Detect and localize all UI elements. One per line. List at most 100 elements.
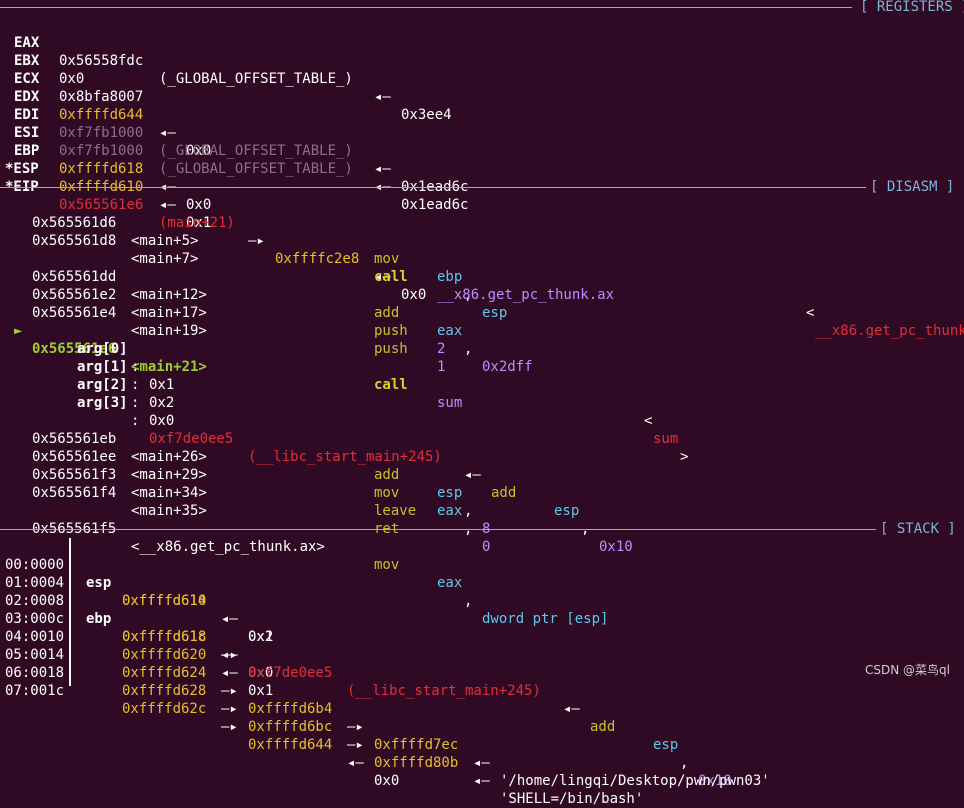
arg-colon: : [131,395,140,411]
arrow-left-icon: ◂— [221,611,238,627]
arrow-right-icon: —▸ [248,233,265,249]
disasm-row[interactable]: 0x565561eb <main+26> add esp , 8 [0,412,490,537]
reg-symbol: (main+21) [159,215,235,231]
stack-row[interactable]: 02:0008 ebp 0xffffd618 ◂— 0x0 [0,574,273,681]
stack-address: 0xffffd62c [122,701,207,717]
arg-colon: : [131,413,140,429]
insn-location: <main+7> [131,251,199,267]
stack-row[interactable]: 00:0000 esp 0xffffd610 ◂— 0x1 [0,538,273,645]
call-target-open: < [806,305,815,321]
reg-deref: 0x1ead6c [401,197,469,213]
arg-label: arg[3] [77,395,128,411]
stack-value: 0xffffd6b4 [248,701,333,717]
stack-value-2: 0xffffd7ec [374,737,459,753]
stack-value: 0xffffd6bc [248,719,333,735]
insn-operand: ebp [437,269,463,285]
arrow-right-icon: —▸ [221,719,238,735]
reg-name: EDX [14,89,40,105]
reg-value: 0xf7fb1000 [59,143,144,159]
insn-operand-2: 0 [482,539,491,555]
disasm-row[interactable]: 0x565561d6 <main+5> mov ebp , esp [0,196,507,321]
insn-address: 0x565561e2 [32,287,117,303]
arrow-left-icon: ◂— [563,701,580,717]
registers-title: [ REGISTERS ] [860,0,964,15]
insn-mnemonic: add [374,467,400,483]
insn-operand: esp [437,485,463,501]
stack-reg: ebp [86,611,112,627]
reg-value: 0x8bfa8007 [59,89,144,105]
stack-value-2: 0x0 [374,773,400,789]
insn-location: <main+12> [131,287,207,303]
register-ebp: EBP 0xffffd618 ◂— 0x0 [0,124,211,213]
stack-row[interactable]: 05:0014 0xffffd624 —▸ 0xffffd6b4 —▸ 0xff… [0,628,770,789]
reg-value: 0x56558fdc [59,53,144,69]
stack-address: 0xffffd620 [122,647,207,663]
disasm-row[interactable]: 0x565561e2 <main+17> push 2 [0,268,445,357]
disasm-row[interactable]: 0x565561f5 <__x86.get_pc_thunk.ax> mov e… [0,502,608,627]
insn-operand: sum [437,395,463,411]
register-esi: ESI 0xf7fb1000 (_GLOBAL_OFFSET_TABLE_) ◂… [0,106,468,213]
stack-row[interactable]: 07:001c 0xffffd62c —▸ 0xffffd644 ◂— 0x0 [0,664,399,789]
stack-row[interactable]: 01:0004 0xffffd614 ◂— 0x2 [0,556,273,645]
register-esp: *ESP 0xffffd610 ◂— 0x1 [0,142,211,231]
stack-title: [ STACK ] [880,521,956,537]
reg-symbol: (_GLOBAL_OFFSET_TABLE_) [159,143,353,159]
disasm-row[interactable]: 0x565561f4 <main+35> ret [0,466,399,537]
insn-location: <main+35> [131,503,207,519]
insn-location: <__x86.get_pc_thunk.ax> [131,539,325,555]
insn-location: <main+34> [131,485,207,501]
watermark: CSDN @菜鸟ql [865,663,950,677]
reg-name: EDI [14,107,40,123]
disasm-row[interactable]: 0x565561f3 <main+34> leave [0,448,416,519]
registers-header: [ REGISTERS ] [0,0,964,16]
stack-row[interactable]: 06:0018 0xffffd628 —▸ 0xffffd6bc —▸ 0xff… [0,646,643,807]
call-arg: arg[1] : 0x2 [0,340,174,411]
disasm-row[interactable]: 0x565561e4 <main+19> push 1 [0,286,445,375]
arrow-right-icon: —▸ [347,737,364,753]
arg-insn-operand: esp [554,503,580,519]
reg-deref: 0x3ee4 [401,107,452,123]
reg-symbol: (_GLOBAL_OFFSET_TABLE_) [159,71,353,87]
register-ebx: EBX 0x0 [0,34,84,87]
insn-address: 0x565561d8 [32,233,117,249]
stack-address: 0xffffd61c [122,629,207,645]
stack-header: [ STACK ] [0,520,964,538]
disasm-row[interactable]: 0x565561dd <main+12> add eax , 0x2dff [0,250,533,375]
insn-sep: , [464,341,473,357]
insn-operand: eax [437,503,463,519]
disasm-row-current[interactable]: ► 0x565561e6 <main+21> call sum < sum > [0,304,688,465]
insn-mnemonic: push [374,323,408,339]
insn-mnemonic: mov [374,251,400,267]
stack-offset: 07:001c [5,683,65,699]
disasm-row[interactable]: 0x565561d8 <main+7> call __x86.get_pc_th… [0,214,964,339]
insn-operand: eax [437,323,463,339]
insn-address: 0x565561f4 [32,485,117,501]
arrow-left-icon: ◂— [464,467,481,483]
stack-insn-sep: , [680,755,689,771]
call-arg: arg[2] : 0x0 [0,358,174,429]
arg-value: 0x0 [149,413,175,429]
stack-offset-divider [69,538,71,686]
stack-row[interactable]: 04:0010 0xffffd620 ◂— 0x1 [0,610,273,699]
call-target-open: < [644,413,653,429]
arrow-right-icon: —▸ [221,701,238,717]
insn-operand: 1 [437,359,446,375]
stack-value: 0xf7de0ee5 [248,665,333,681]
insn-operand: __x86.get_pc_thunk.ax [437,287,615,303]
reg-name: EBP [14,143,40,159]
arg-insn: add [491,485,517,501]
arrow-right-icon: —▸ [347,719,364,735]
arrow-left-icon: ◂— [221,665,238,681]
insn-address: 0x565561dd [32,269,117,285]
arrow-left-icon: ◂— [374,89,391,105]
insn-operand-2: esp [482,305,508,321]
insn-mnemonic: mov [374,485,400,501]
register-eax: EAX 0x56558fdc (_GLOBAL_OFFSET_TABLE_) ◂… [0,16,452,123]
stack-row[interactable]: 03:000c 0xffffd61c —▸ 0xf7de0ee5 (__libc… [0,592,732,789]
arrow-left-icon: ◂— [473,755,490,771]
disasm-row[interactable]: 0x565561ee <main+29> mov eax , 0 [0,430,490,555]
insn-mnemonic: call [374,377,408,393]
reg-symbol: (_GLOBAL_OFFSET_TABLE_) [159,161,353,177]
arrow-left-icon: ◂— [473,773,490,789]
arrow-left-icon: ◂— [159,125,176,141]
